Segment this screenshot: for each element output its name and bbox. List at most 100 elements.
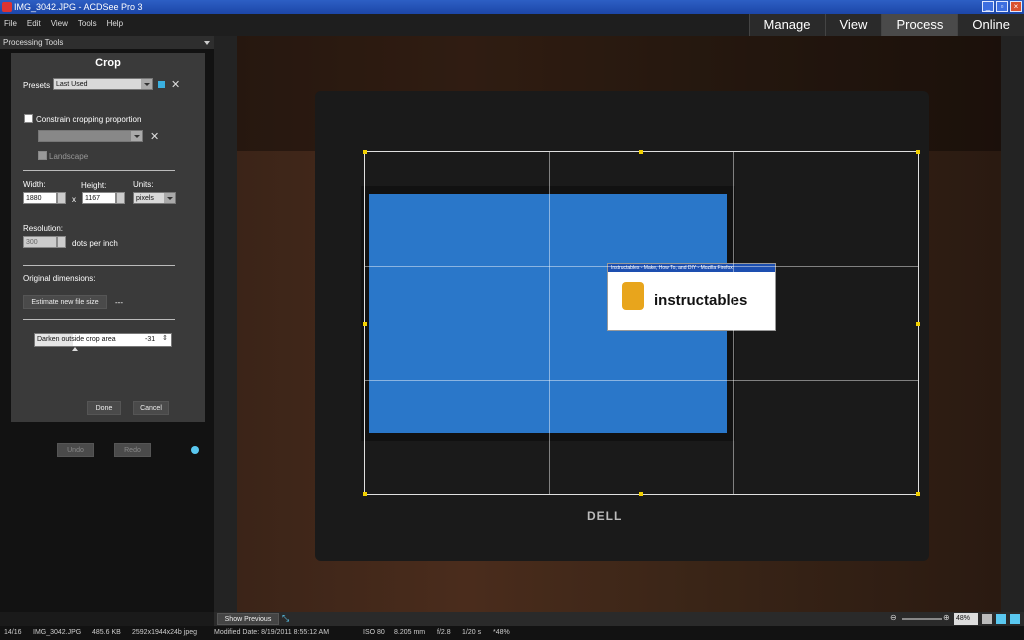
mode-manage[interactable]: Manage xyxy=(748,14,825,36)
divider xyxy=(23,170,175,171)
file-size: 485.6 KB xyxy=(92,629,121,636)
dropdown-arrow-icon[interactable] xyxy=(164,193,175,203)
estimate-file-size-button[interactable]: Estimate new file size xyxy=(23,295,107,309)
divider xyxy=(23,265,175,266)
file-index: 14/16 xyxy=(4,629,22,636)
times-label: x xyxy=(72,195,76,204)
height-label: Height: xyxy=(81,181,107,190)
status-zoom: *48% xyxy=(493,629,510,636)
constrain-label: Constrain cropping proportion xyxy=(36,115,142,124)
actual-size-icon[interactable] xyxy=(996,614,1006,624)
monitor-brand: DELL xyxy=(587,509,623,523)
menu-tools[interactable]: Tools xyxy=(78,19,97,28)
resolution-stepper[interactable] xyxy=(57,236,66,248)
grid-line xyxy=(549,152,551,494)
delete-preset-icon[interactable]: ✕ xyxy=(171,78,180,91)
crop-panel: Crop Presets Last Used ✕ Constrain cropp… xyxy=(11,53,205,422)
slider-thumb[interactable] xyxy=(72,347,78,351)
close-button[interactable]: × xyxy=(1010,1,1022,12)
width-label: Width: xyxy=(23,180,46,189)
mode-process[interactable]: Process xyxy=(881,14,958,36)
proportion-select[interactable] xyxy=(38,130,143,142)
chevron-down-icon[interactable] xyxy=(204,41,210,45)
height-field[interactable]: 1167 xyxy=(82,192,116,204)
zoom-select[interactable]: 48% xyxy=(954,613,978,625)
file-name: IMG_3042.JPG xyxy=(33,629,82,636)
darken-value: -31 xyxy=(145,336,156,343)
processing-tools-label: Processing Tools xyxy=(3,38,64,47)
minimize-button[interactable]: _ xyxy=(982,1,994,12)
presets-value: Last Used xyxy=(56,81,88,88)
delete-proportion-icon[interactable]: ✕ xyxy=(150,130,159,143)
crop-title: Crop xyxy=(95,57,121,69)
app-icon xyxy=(2,2,12,12)
shutter: 1/20 s xyxy=(462,629,482,636)
landscape-checkbox[interactable] xyxy=(38,151,47,160)
save-preset-icon[interactable] xyxy=(158,81,165,88)
file-info-bar: 14/16 IMG_3042.JPG 485.6 KB 2592x1944x24… xyxy=(0,626,1024,640)
crop-box[interactable] xyxy=(363,150,920,496)
darken-label: Darken outside crop area xyxy=(37,336,116,343)
focal-length: 8.205 mm xyxy=(394,629,426,636)
fullscreen-icon[interactable] xyxy=(1010,614,1020,624)
estimate-value: --- xyxy=(115,298,123,307)
resolution-field[interactable]: 300 xyxy=(23,236,57,248)
zoom-out-icon[interactable]: ⊖ xyxy=(890,613,897,622)
units-value: pixels xyxy=(136,195,154,202)
menu-view[interactable]: View xyxy=(51,19,68,28)
crop-handle-l[interactable] xyxy=(363,322,367,326)
cancel-button[interactable]: Cancel xyxy=(133,401,169,415)
divider xyxy=(23,319,175,320)
modified-date: Modified Date: 8/19/2011 8:55:12 AM xyxy=(214,629,330,636)
zoom-value: 48% xyxy=(956,615,971,622)
menu-bar: File Edit View Tools Help Manage View Pr… xyxy=(0,14,1024,36)
crop-handle-tl[interactable] xyxy=(363,150,367,154)
title-bar: IMG_3042.JPG - ACDSee Pro 3 _ ▫ × xyxy=(0,0,1024,14)
status-indicator-icon xyxy=(191,446,199,454)
resolution-label: Resolution: xyxy=(23,224,64,233)
show-previous-button[interactable]: Show Previous xyxy=(217,613,279,625)
crop-handle-t[interactable] xyxy=(639,150,643,154)
presets-label: Presets xyxy=(23,81,51,90)
zoom-in-icon[interactable]: ⊕ xyxy=(943,613,950,622)
units-label: Units: xyxy=(133,180,154,189)
width-field[interactable]: 1880 xyxy=(23,192,57,204)
crop-handle-br[interactable] xyxy=(916,492,920,496)
dropdown-arrow-icon[interactable] xyxy=(131,131,142,141)
zoom-slider[interactable] xyxy=(902,618,942,620)
units-select[interactable]: pixels xyxy=(133,192,176,204)
image-viewer[interactable]: DELL Instructables - Make, How To, and D… xyxy=(214,36,1024,612)
image-dims: 2592x1944x24b jpeg xyxy=(132,629,198,636)
grid-line xyxy=(733,152,735,494)
menu-edit[interactable]: Edit xyxy=(27,19,41,28)
dropdown-arrow-icon[interactable] xyxy=(141,79,152,89)
original-dimensions-label: Original dimensions: xyxy=(23,274,96,283)
height-stepper[interactable] xyxy=(116,192,125,204)
compare-icon[interactable]: ⤡ xyxy=(282,613,289,624)
processing-tools-panel: Processing Tools Crop Presets Last Used … xyxy=(0,36,214,612)
processing-tools-header[interactable]: Processing Tools xyxy=(0,36,214,49)
crop-handle-tr[interactable] xyxy=(916,150,920,154)
presets-select[interactable]: Last Used xyxy=(53,78,153,90)
width-stepper[interactable] xyxy=(57,192,66,204)
fit-icon[interactable] xyxy=(982,614,992,624)
maximize-button[interactable]: ▫ xyxy=(996,1,1008,12)
crop-handle-r[interactable] xyxy=(916,322,920,326)
darken-slider[interactable]: Darken outside crop area -31 ⇕ xyxy=(34,333,172,347)
crop-handle-bl[interactable] xyxy=(363,492,367,496)
mode-view[interactable]: View xyxy=(824,14,882,36)
landscape-label: Landscape xyxy=(49,152,89,161)
crop-handle-b[interactable] xyxy=(639,492,643,496)
resolution-unit-label: dots per inch xyxy=(72,239,118,248)
undo-button[interactable]: Undo xyxy=(57,443,94,457)
done-button[interactable]: Done xyxy=(87,401,121,415)
aperture: f/2.8 xyxy=(437,629,451,636)
menu-file[interactable]: File xyxy=(4,19,17,28)
iso: ISO 80 xyxy=(363,629,385,636)
spin-arrows-icon[interactable]: ⇕ xyxy=(162,334,168,342)
constrain-checkbox[interactable] xyxy=(24,114,33,123)
menu-help[interactable]: Help xyxy=(107,19,123,28)
viewer-toolbar: Show Previous ⤡ ⊖ ⊕ 48% xyxy=(214,612,1024,626)
mode-online[interactable]: Online xyxy=(957,14,1024,36)
redo-button[interactable]: Redo xyxy=(114,443,151,457)
